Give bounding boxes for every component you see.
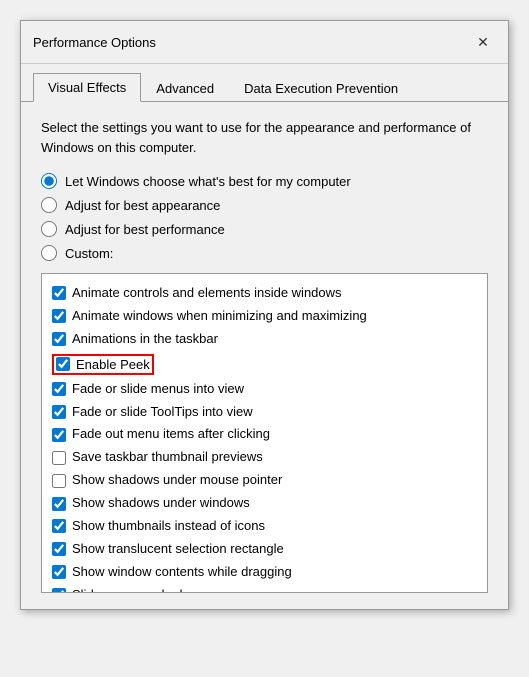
- radio-best-performance-label[interactable]: Adjust for best performance: [65, 222, 225, 237]
- checkbox-show-translucent-label[interactable]: Show translucent selection rectangle: [72, 541, 284, 558]
- checkbox-enable-peek-wrapper: Enable Peek: [50, 351, 479, 378]
- checkbox-list: Animate controls and elements inside win…: [41, 273, 488, 593]
- checkbox-animations-taskbar-label[interactable]: Animations in the taskbar: [72, 331, 218, 348]
- checkbox-show-shadows-windows[interactable]: Show shadows under windows: [50, 492, 479, 515]
- description-text: Select the settings you want to use for …: [41, 118, 488, 157]
- radio-custom[interactable]: [41, 245, 57, 261]
- tab-bar: Visual Effects Advanced Data Execution P…: [21, 64, 508, 102]
- close-button[interactable]: ✕: [470, 29, 496, 55]
- checkbox-animate-windows-label[interactable]: Animate windows when minimizing and maxi…: [72, 308, 367, 325]
- checkbox-show-translucent[interactable]: Show translucent selection rectangle: [50, 538, 479, 561]
- checkbox-slide-open-combo-label[interactable]: Slide open combo boxes: [72, 587, 214, 593]
- checkbox-show-shadows-windows-label[interactable]: Show shadows under windows: [72, 495, 250, 512]
- radio-group: Let Windows choose what's best for my co…: [41, 173, 488, 261]
- radio-best-performance[interactable]: [41, 221, 57, 237]
- checkbox-enable-peek-highlight: Enable Peek: [52, 354, 154, 375]
- checkbox-slide-open-combo[interactable]: Slide open combo boxes: [50, 584, 479, 593]
- radio-let-windows[interactable]: [41, 173, 57, 189]
- radio-best-appearance-label[interactable]: Adjust for best appearance: [65, 198, 220, 213]
- checkbox-show-thumbnails-label[interactable]: Show thumbnails instead of icons: [72, 518, 265, 535]
- checkbox-show-window-contents-label[interactable]: Show window contents while dragging: [72, 564, 292, 581]
- radio-item-best-appearance[interactable]: Adjust for best appearance: [41, 197, 488, 213]
- checkbox-save-taskbar-thumbnails[interactable]: Save taskbar thumbnail previews: [50, 446, 479, 469]
- checkbox-save-taskbar-thumbnails-label[interactable]: Save taskbar thumbnail previews: [72, 449, 263, 466]
- checkbox-animations-taskbar[interactable]: Animations in the taskbar: [50, 328, 479, 351]
- radio-let-windows-label[interactable]: Let Windows choose what's best for my co…: [65, 174, 351, 189]
- radio-item-custom[interactable]: Custom:: [41, 245, 488, 261]
- checkbox-animate-windows[interactable]: Animate windows when minimizing and maxi…: [50, 305, 479, 328]
- checkbox-show-shadows-pointer[interactable]: Show shadows under mouse pointer: [50, 469, 479, 492]
- checkbox-enable-peek[interactable]: [56, 357, 70, 371]
- checkbox-animate-controls[interactable]: Animate controls and elements inside win…: [50, 282, 479, 305]
- checkbox-fade-slide-menus[interactable]: Fade or slide menus into view: [50, 378, 479, 401]
- radio-item-let-windows[interactable]: Let Windows choose what's best for my co…: [41, 173, 488, 189]
- radio-best-appearance[interactable]: [41, 197, 57, 213]
- checkbox-show-thumbnails[interactable]: Show thumbnails instead of icons: [50, 515, 479, 538]
- tab-content-visual-effects: Select the settings you want to use for …: [21, 102, 508, 609]
- checkbox-fade-slide-tooltips-label[interactable]: Fade or slide ToolTips into view: [72, 404, 253, 421]
- checkbox-animate-controls-label[interactable]: Animate controls and elements inside win…: [72, 285, 342, 302]
- checkbox-fade-menu-items[interactable]: Fade out menu items after clicking: [50, 423, 479, 446]
- checkbox-fade-slide-tooltips[interactable]: Fade or slide ToolTips into view: [50, 401, 479, 424]
- checkbox-show-window-contents[interactable]: Show window contents while dragging: [50, 561, 479, 584]
- checkbox-enable-peek-label[interactable]: Enable Peek: [76, 357, 150, 372]
- checkbox-fade-slide-menus-label[interactable]: Fade or slide menus into view: [72, 381, 244, 398]
- checkbox-fade-menu-items-label[interactable]: Fade out menu items after clicking: [72, 426, 270, 443]
- dialog-title: Performance Options: [33, 35, 156, 50]
- tab-visual-effects[interactable]: Visual Effects: [33, 73, 141, 102]
- performance-options-dialog: Performance Options ✕ Visual Effects Adv…: [20, 20, 509, 610]
- tab-data-execution-prevention[interactable]: Data Execution Prevention: [229, 73, 413, 102]
- checkbox-show-shadows-pointer-label[interactable]: Show shadows under mouse pointer: [72, 472, 282, 489]
- radio-custom-label[interactable]: Custom:: [65, 246, 113, 261]
- tab-advanced[interactable]: Advanced: [141, 73, 229, 102]
- radio-item-best-performance[interactable]: Adjust for best performance: [41, 221, 488, 237]
- title-bar: Performance Options ✕: [21, 21, 508, 64]
